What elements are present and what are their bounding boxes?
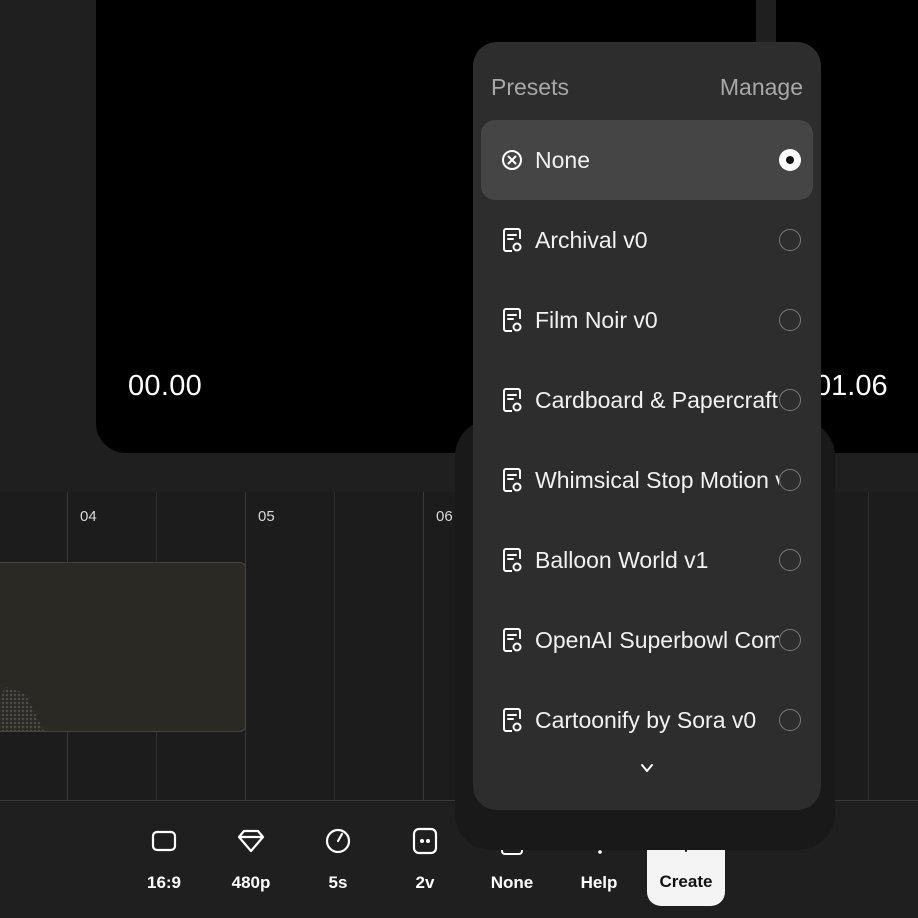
timeline-gridline [423, 492, 424, 802]
manage-presets-link[interactable]: Manage [720, 74, 803, 101]
radio-unselected[interactable] [779, 309, 801, 331]
timeline-gridline [868, 492, 869, 802]
resolution-button[interactable]: 480p [216, 819, 286, 907]
preset-label: Cardboard & Papercraft v0 [535, 386, 779, 413]
timeline-label: 04 [80, 508, 97, 525]
preset-label: OpenAI Superbowl Com... v0 [535, 626, 779, 653]
preset-label: None [490, 873, 534, 892]
radio-unselected[interactable] [779, 629, 801, 651]
preset-item-balloon-world[interactable]: Balloon World v1 [481, 520, 813, 600]
duration-button[interactable]: 5s [303, 819, 373, 907]
preset-doc-icon [501, 467, 523, 493]
timecode-start: 00.00 [128, 370, 203, 402]
preset-label: Whimsical Stop Motion v0 [535, 466, 779, 493]
aspect-ratio-icon [151, 819, 177, 863]
preset-doc-icon [501, 707, 523, 733]
resolution-label: 480p [231, 873, 271, 892]
timeline-label: 06 [436, 508, 453, 525]
create-label: Create [659, 872, 713, 891]
diamond-icon [237, 819, 265, 863]
preset-item-stop-motion[interactable]: Whimsical Stop Motion v0 [481, 440, 813, 520]
preset-label: Film Noir v0 [535, 306, 658, 333]
presets-panel: Presets Manage None Archival v0 Film Noi… [473, 42, 821, 810]
clock-icon [324, 819, 352, 863]
x-circle-icon [501, 147, 523, 173]
presets-header: Presets Manage [491, 74, 803, 101]
aspect-ratio-label: 16:9 [146, 873, 182, 892]
preset-label: None [535, 146, 590, 173]
radio-unselected[interactable] [779, 229, 801, 251]
preset-doc-icon [501, 307, 523, 333]
radio-selected[interactable] [779, 149, 801, 171]
duration-label: 5s [328, 873, 348, 892]
variations-icon [412, 819, 438, 863]
preset-doc-icon [501, 627, 523, 653]
variations-label: 2v [415, 873, 435, 892]
timeline-gridline [334, 492, 335, 802]
clip-thumbnail [0, 687, 49, 731]
timeline-label: 05 [258, 508, 275, 525]
preset-item-film-noir[interactable]: Film Noir v0 [481, 280, 813, 360]
preset-item-cartoonify[interactable]: Cartoonify by Sora v0 [481, 680, 813, 760]
variations-button[interactable]: 2v [390, 819, 460, 907]
preset-doc-icon [501, 227, 523, 253]
radio-unselected[interactable] [779, 469, 801, 491]
preset-doc-icon [501, 547, 523, 573]
aspect-ratio-button[interactable]: 16:9 [129, 819, 199, 907]
preset-label: Archival v0 [535, 226, 648, 253]
preset-label: Balloon World v1 [535, 546, 709, 573]
radio-unselected[interactable] [779, 709, 801, 731]
radio-unselected[interactable] [779, 549, 801, 571]
preset-item-archival[interactable]: Archival v0 [481, 200, 813, 280]
timecode-end: 01.06 [815, 370, 888, 402]
preset-item-cardboard[interactable]: Cardboard & Papercraft v0 [481, 360, 813, 440]
radio-unselected[interactable] [779, 389, 801, 411]
help-label: Help [580, 873, 618, 892]
timeline-clip[interactable] [0, 562, 246, 732]
preset-doc-icon [501, 387, 523, 413]
preset-label: Cartoonify by Sora v0 [535, 706, 757, 733]
presets-title: Presets [491, 74, 569, 100]
preset-item-none[interactable]: None [481, 120, 813, 200]
chevron-down-icon[interactable] [639, 760, 655, 776]
preset-item-superbowl[interactable]: OpenAI Superbowl Com... v0 [481, 600, 813, 680]
